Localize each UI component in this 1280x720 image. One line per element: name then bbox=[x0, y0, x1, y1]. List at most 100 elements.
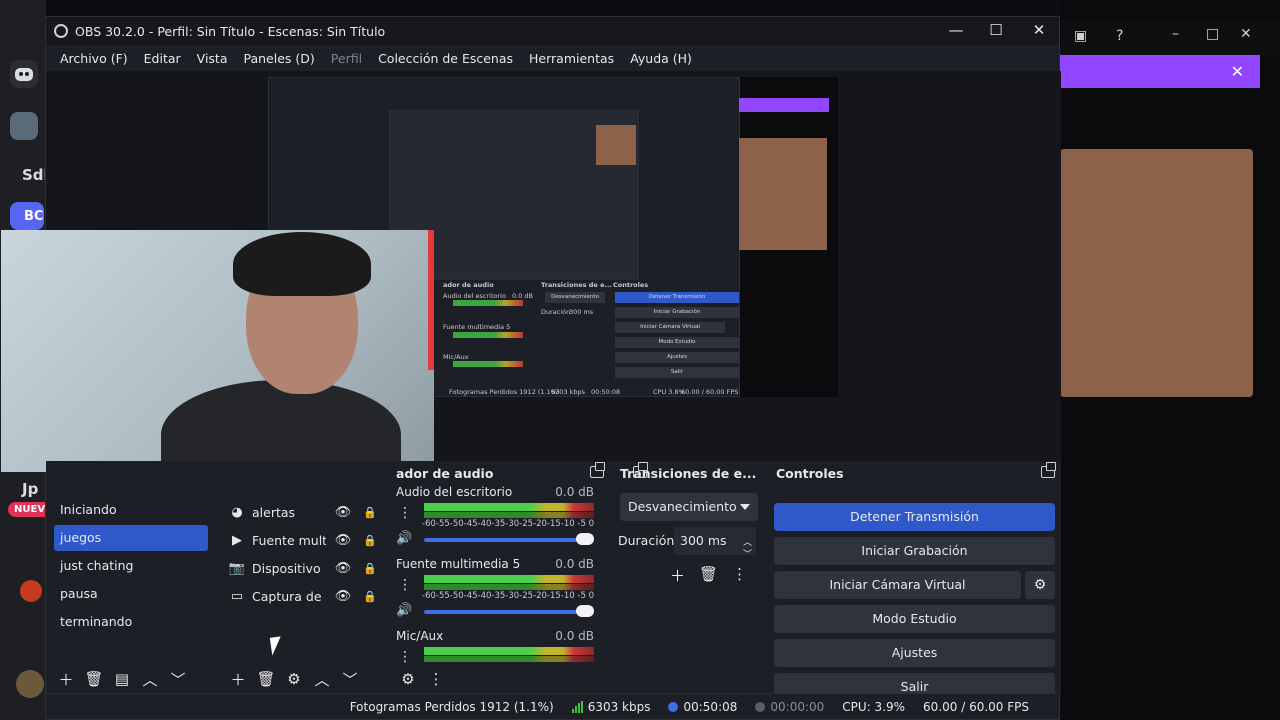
more-options-icon[interactable]: ⋮ bbox=[732, 565, 747, 586]
add-icon[interactable]: ＋ bbox=[228, 669, 248, 689]
record-time-text: 00:00:00 bbox=[770, 699, 825, 714]
add-icon[interactable]: ＋ bbox=[670, 565, 685, 586]
nested-status-time: 00:50:08 bbox=[591, 388, 621, 396]
minimize-icon[interactable]: – bbox=[1172, 26, 1179, 42]
source-row[interactable]: ◕ alertas 👁 🔒 bbox=[226, 499, 378, 525]
menu-perfil[interactable]: Perfil bbox=[323, 51, 370, 66]
more-options-icon[interactable]: ⋮ bbox=[426, 669, 446, 689]
volume-slider[interactable] bbox=[424, 610, 580, 614]
trash-icon[interactable]: 🗑 bbox=[256, 669, 276, 689]
lock-icon[interactable]: 🔒 bbox=[362, 562, 378, 575]
source-label: Fuente mult bbox=[252, 532, 326, 548]
fps: 60.00 / 60.00 FPS bbox=[923, 700, 1029, 714]
speaker-icon[interactable]: 🔊 bbox=[396, 531, 412, 546]
lock-icon[interactable]: 🔒 bbox=[362, 590, 378, 603]
advanced-audio-gear-icon[interactable]: ⚙ bbox=[398, 669, 418, 689]
visibility-eye-icon[interactable]: 👁 bbox=[332, 589, 354, 604]
nested-duration-label: Duración bbox=[541, 308, 571, 316]
source-row[interactable]: ▶ Fuente mult 👁 🔒 bbox=[226, 527, 378, 553]
sources-dock: ◕ alertas 👁 🔒 ▶ Fuente mult 👁 🔒 📷 Dispos… bbox=[218, 461, 386, 695]
scene-item[interactable]: pausa bbox=[54, 581, 208, 607]
server-icon[interactable] bbox=[10, 112, 38, 140]
volume-slider-handle[interactable] bbox=[576, 605, 594, 617]
dock-float-icon[interactable] bbox=[1041, 462, 1056, 478]
channel-db: 0.0 dB bbox=[555, 557, 594, 571]
webcam-source[interactable] bbox=[1, 230, 434, 472]
lock-icon[interactable]: 🔒 bbox=[362, 534, 378, 547]
volume-slider[interactable] bbox=[424, 538, 580, 542]
trash-icon[interactable]: 🗑 bbox=[84, 669, 104, 689]
menu-herramientas[interactable]: Herramientas bbox=[521, 51, 622, 66]
channel-name: Mic/Aux bbox=[396, 629, 444, 643]
avatar[interactable] bbox=[16, 670, 44, 698]
status-bar: Fotogramas Perdidos 1912 (1.1%) 6303 kbp… bbox=[46, 693, 1059, 719]
scenes-list[interactable]: Iniciando juegos just chating pausa term… bbox=[50, 485, 212, 663]
source-row[interactable]: 📷 Dispositivo 👁 🔒 bbox=[226, 555, 378, 581]
start-virtual-camera-button[interactable]: Iniciar Cámara Virtual bbox=[774, 571, 1021, 599]
minimize-button[interactable]: — bbox=[941, 21, 971, 39]
dock-float-icon[interactable] bbox=[590, 462, 605, 478]
cpu-text: CPU: 3.9% bbox=[842, 699, 906, 714]
nested-control-button: Detener Transmisión bbox=[615, 292, 739, 303]
nested-banner bbox=[739, 98, 829, 112]
scene-item[interactable]: terminando bbox=[54, 609, 208, 635]
discord-icon[interactable] bbox=[10, 60, 38, 88]
stop-streaming-button[interactable]: Detener Transmisión bbox=[774, 503, 1055, 531]
app-icon[interactable] bbox=[20, 580, 42, 602]
menu-paneles[interactable]: Paneles (D) bbox=[236, 51, 323, 66]
scene-item[interactable]: juegos bbox=[54, 525, 208, 551]
scene-item[interactable]: Iniciando bbox=[54, 497, 208, 523]
maximize-button[interactable]: ☐ bbox=[981, 21, 1011, 39]
menu-coleccion-escenas[interactable]: Colección de Escenas bbox=[370, 51, 521, 66]
trash-icon[interactable]: 🗑 bbox=[699, 565, 718, 586]
dock-float-icon[interactable] bbox=[633, 462, 648, 478]
help-icon[interactable]: ? bbox=[1116, 28, 1123, 44]
menu-ayuda[interactable]: Ayuda (H) bbox=[622, 51, 700, 66]
menu-editar[interactable]: Editar bbox=[136, 51, 189, 66]
move-up-icon[interactable]: ︿ bbox=[312, 669, 332, 689]
scene-item[interactable]: just chating bbox=[54, 553, 208, 579]
start-recording-button[interactable]: Iniciar Grabación bbox=[774, 537, 1055, 565]
more-options-icon[interactable]: ⋮ bbox=[398, 505, 412, 521]
cast-icon[interactable]: ▣ bbox=[1074, 28, 1087, 44]
more-options-icon[interactable]: ⋮ bbox=[398, 577, 412, 593]
channel-name: Audio del escritorio bbox=[396, 485, 513, 499]
duration-label: Duración bbox=[618, 533, 675, 548]
channel-db: 0.0 dB bbox=[555, 485, 594, 499]
visibility-eye-icon[interactable]: 👁 bbox=[332, 561, 354, 576]
visibility-eye-icon[interactable]: 👁 bbox=[332, 505, 354, 520]
add-icon[interactable]: ＋ bbox=[56, 669, 76, 689]
move-down-icon[interactable]: ﹀ bbox=[168, 669, 188, 689]
more-options-icon[interactable]: ⋮ bbox=[398, 649, 412, 663]
move-up-icon[interactable]: ︿ bbox=[140, 669, 160, 689]
camera-icon: 📷 bbox=[228, 560, 246, 576]
menu-archivo[interactable]: Archivo (F) bbox=[52, 51, 136, 66]
source-row[interactable]: ▭ Captura de 👁 🔒 bbox=[226, 583, 378, 609]
settings-button[interactable]: Ajustes bbox=[774, 639, 1055, 667]
server-icon[interactable]: BC bbox=[10, 202, 44, 230]
filters-icon[interactable]: ▤ bbox=[112, 669, 132, 689]
visibility-eye-icon[interactable]: 👁 bbox=[332, 533, 354, 548]
mouse-cursor-icon bbox=[269, 636, 284, 656]
close-icon[interactable]: ✕ bbox=[1240, 26, 1252, 42]
speaker-icon[interactable]: 🔊 bbox=[396, 603, 412, 618]
move-down-icon[interactable]: ﹀ bbox=[340, 669, 360, 689]
maximize-icon[interactable]: □ bbox=[1206, 26, 1219, 42]
nested-status-fps: 60.00 / 60.00 FPS bbox=[681, 388, 739, 396]
lock-icon[interactable]: 🔒 bbox=[362, 506, 378, 519]
close-button[interactable]: ✕ bbox=[1024, 21, 1054, 39]
menubar: Archivo (F) Editar Vista Paneles (D) Per… bbox=[46, 45, 1059, 71]
nested-status-dropped: Fotogramas Perdidos 1912 (1.1%) bbox=[449, 388, 560, 396]
banner-close-icon[interactable]: ✕ bbox=[1231, 62, 1244, 81]
sources-list[interactable]: ◕ alertas 👁 🔒 ▶ Fuente mult 👁 🔒 📷 Dispos… bbox=[222, 485, 382, 663]
duration-spinbox[interactable]: 300 ms ︿ ﹀ bbox=[674, 527, 756, 560]
cpu-usage: CPU: 3.9% bbox=[842, 700, 905, 714]
volume-meter-peak bbox=[424, 656, 594, 662]
background-video bbox=[1060, 149, 1253, 397]
menu-vista[interactable]: Vista bbox=[189, 51, 236, 66]
gear-icon[interactable]: ⚙ bbox=[284, 669, 304, 689]
volume-slider-handle[interactable] bbox=[576, 533, 594, 545]
studio-mode-button[interactable]: Modo Estudio bbox=[774, 605, 1055, 633]
transition-select[interactable]: Desvanecimiento bbox=[620, 493, 758, 521]
virtual-camera-settings-gear-icon[interactable]: ⚙ bbox=[1025, 571, 1055, 599]
